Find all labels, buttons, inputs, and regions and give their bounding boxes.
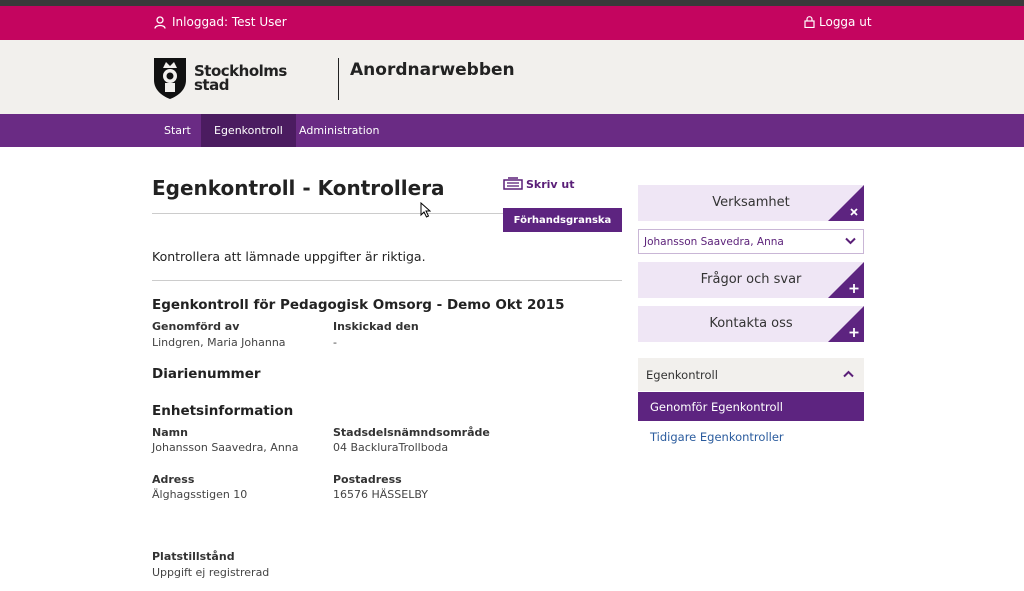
accordion-item-perform[interactable]: Genomför Egenkontroll — [638, 392, 864, 421]
permit-label: Platstillstånd — [152, 550, 235, 563]
main-navigation: Start Egenkontroll Administration — [0, 114, 1024, 147]
stockholm-crest-icon — [154, 58, 186, 99]
accordion-item-previous[interactable]: Tidigare Egenkontroller — [650, 430, 784, 444]
unit-info-heading: Enhetsinformation — [152, 403, 294, 419]
site-header: Stockholms stad Anordnarwebben — [0, 40, 1024, 114]
diary-number-heading: Diarienummer — [152, 366, 261, 382]
preview-button[interactable]: Förhandsgranska — [503, 208, 622, 232]
stockholm-logo[interactable]: Stockholms stad — [152, 56, 287, 100]
nav-item-administration[interactable]: Administration — [286, 114, 393, 147]
print-label: Skriv ut — [526, 177, 575, 191]
performed-by-value: Lindgren, Maria Johanna — [152, 336, 286, 349]
faq-panel-toggle[interactable]: Frågor och svar — [638, 262, 864, 298]
top-bar: Inloggad: Test User Logga ut — [0, 6, 1024, 40]
district-label: Stadsdelsnämndsområde — [333, 426, 490, 439]
unit-name-value: Johansson Saavedra, Anna — [152, 441, 299, 454]
logged-in-user-text: Inloggad: Test User — [172, 15, 287, 29]
logged-in-user: Inloggad: Test User — [154, 15, 287, 29]
contact-label: Kontakta oss — [709, 316, 793, 331]
page-title: Egenkontroll - Kontrollera — [152, 176, 445, 200]
faq-label: Frågor och svar — [700, 272, 802, 287]
business-select[interactable]: Johansson Saavedra, Anna — [638, 229, 864, 254]
postal-address-label: Postadress — [333, 473, 402, 486]
business-panel-toggle[interactable]: Verksamhet — [638, 185, 864, 221]
accordion-item-perform-label: Genomför Egenkontroll — [650, 400, 783, 414]
nav-item-egenkontroll[interactable]: Egenkontroll — [201, 114, 296, 147]
app-name: Anordnarwebben — [350, 60, 515, 80]
performed-by-label: Genomförd av — [152, 320, 240, 333]
lock-icon — [804, 16, 815, 28]
plus-icon — [828, 262, 864, 298]
user-icon — [154, 15, 166, 29]
header-divider — [338, 58, 339, 100]
nav-item-start[interactable]: Start — [151, 114, 204, 147]
printer-icon — [503, 177, 523, 190]
district-value: 04 BackluraTrollboda — [333, 441, 449, 454]
business-label: Verksamhet — [712, 195, 790, 210]
logo-line-2: stad — [194, 76, 229, 94]
logout-link[interactable]: Logga ut — [804, 15, 872, 29]
chevron-up-icon — [843, 370, 854, 378]
report-heading: Egenkontroll för Pedagogisk Omsorg - Dem… — [152, 297, 565, 313]
intro-divider — [152, 280, 622, 281]
chevron-down-icon — [845, 237, 856, 245]
postal-address-value: 16576 HÄSSELBY — [333, 488, 428, 501]
egenkontroll-accordion-header[interactable]: Egenkontroll — [638, 358, 864, 391]
submitted-label: Inskickad den — [333, 320, 419, 333]
logout-label: Logga ut — [819, 15, 872, 29]
print-link[interactable]: Skriv ut — [503, 177, 575, 191]
intro-text: Kontrollera att lämnade uppgifter är rik… — [152, 249, 426, 264]
submitted-value: - — [333, 336, 337, 349]
accordion-title: Egenkontroll — [646, 368, 718, 382]
mouse-cursor-icon — [420, 202, 431, 218]
close-icon[interactable] — [828, 185, 864, 221]
contact-panel-toggle[interactable]: Kontakta oss — [638, 306, 864, 342]
address-value: Älghagsstigen 10 — [152, 488, 248, 501]
unit-name-label: Namn — [152, 426, 188, 439]
logo-text: Stockholms stad — [194, 64, 287, 94]
business-selected-value: Johansson Saavedra, Anna — [644, 236, 784, 248]
address-label: Adress — [152, 473, 195, 486]
plus-icon — [828, 306, 864, 342]
permit-value: Uppgift ej registrerad — [152, 566, 270, 579]
